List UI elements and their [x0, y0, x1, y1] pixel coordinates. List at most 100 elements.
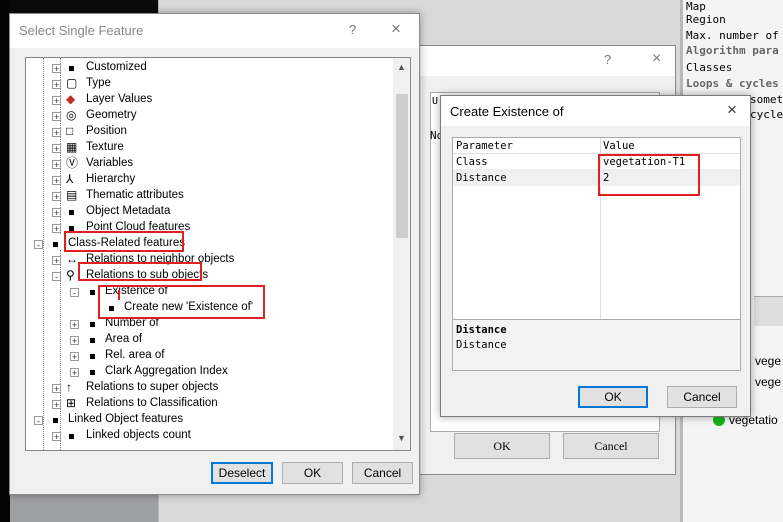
collapse-icon[interactable]: - [52, 272, 61, 282]
tree-item-label: Hierarchy [86, 173, 136, 185]
panel-line-sometimes: someti [750, 93, 783, 106]
texture-icon: ▦ [66, 140, 78, 154]
scroll-thumb[interactable] [396, 94, 408, 238]
tree-item[interactable]: - Linked Object features [26, 412, 392, 428]
expand-icon[interactable]: + [70, 320, 79, 330]
type-icon: ▢ [66, 76, 78, 90]
tree-item[interactable]: + Customized [26, 60, 392, 76]
tree-item-label: Geometry [86, 109, 137, 121]
tree-item-label: Rel. area of [105, 349, 165, 361]
sub-objects-icon: ⚲ [66, 268, 75, 282]
expand-icon[interactable]: + [70, 368, 79, 378]
cancel-button[interactable]: Cancel [563, 433, 659, 459]
tree-item-label: Relations to Classification [86, 397, 218, 409]
panel-line-classes: Classes [686, 61, 733, 74]
title-bar [420, 46, 675, 76]
tree-item-label: Position [86, 125, 127, 137]
tree-item[interactable]: + ↑ Relations to super objects [26, 380, 392, 396]
expand-icon[interactable]: + [52, 224, 61, 234]
grid-header: U [432, 96, 439, 107]
panel-line-region: Region [686, 13, 726, 26]
tree-item-label: Linked objects count [86, 429, 191, 441]
tree-item[interactable]: + ▢ Type [26, 76, 392, 92]
tree-item[interactable]: + Clark Aggregation Index [26, 364, 392, 380]
expand-icon[interactable]: + [52, 160, 61, 170]
param-distance: Distance [456, 172, 507, 184]
close-icon[interactable]: × [391, 19, 401, 39]
create-existence-dialog: Create Existence of × Parameter Value Cl… [440, 95, 751, 417]
legend-item[interactable]: vege [755, 354, 781, 368]
select-single-feature-dialog: Select Single Feature ? × ▲ ▼ + Customize… [9, 13, 420, 495]
scroll-down-icon[interactable]: ▼ [397, 433, 406, 443]
tree-item-label: Clark Aggregation Index [105, 365, 228, 377]
expand-icon[interactable]: + [52, 192, 61, 202]
bullet-icon [90, 370, 95, 375]
expand-icon[interactable]: + [52, 96, 61, 106]
param-class: Class [456, 156, 488, 168]
close-icon[interactable]: × [652, 50, 661, 68]
tree-item[interactable]: + Area of [26, 332, 392, 348]
super-objects-icon: ↑ [66, 380, 72, 394]
highlight-relations-sub [78, 262, 202, 281]
expand-icon[interactable]: + [52, 432, 61, 442]
feature-tree[interactable]: ▲ ▼ + Customized + ▢ Type + ◆ Layer Values + ◎ Geo… [25, 57, 411, 451]
help-icon[interactable]: ? [604, 52, 611, 67]
header-parameter: Parameter [456, 140, 513, 152]
tree-item[interactable]: + Object Metadata [26, 204, 392, 220]
expand-icon[interactable]: + [52, 64, 61, 74]
panel-line-cycles: cycles [750, 108, 783, 121]
expand-icon[interactable]: + [52, 144, 61, 154]
tree-item[interactable]: + Rel. area of [26, 348, 392, 364]
layer-values-icon: ◆ [66, 92, 76, 106]
expand-icon[interactable]: + [52, 400, 61, 410]
ok-button[interactable]: OK [454, 433, 550, 459]
tree-item[interactable]: + □ Position [26, 124, 392, 140]
neighbor-icon: ↔ [66, 252, 78, 266]
expand-icon[interactable]: + [70, 352, 79, 362]
cancel-button[interactable]: Cancel [667, 386, 737, 408]
tree-item[interactable]: + ◆ Layer Values [26, 92, 392, 108]
tree-item-label: Object Metadata [86, 205, 171, 217]
highlight-marker [118, 290, 120, 300]
tree-item[interactable]: + ▤ Thematic attributes [26, 188, 392, 204]
description-text: Distance [456, 339, 507, 351]
tree-item[interactable]: + ⊞ Relations to Classification [26, 396, 392, 412]
expand-icon[interactable]: + [52, 80, 61, 90]
bullet-icon [69, 210, 74, 215]
panel-section-algorithm: Algorithm para [686, 44, 779, 57]
expand-icon[interactable]: + [52, 256, 61, 266]
tree-item[interactable]: + ⅄ Hierarchy [26, 172, 392, 188]
expand-icon[interactable]: + [52, 384, 61, 394]
ok-button[interactable]: OK [578, 386, 648, 408]
expand-icon[interactable]: + [52, 128, 61, 138]
dialog-title: Create Existence of [450, 104, 564, 119]
collapse-icon[interactable]: - [34, 240, 43, 250]
collapse-icon[interactable]: - [34, 416, 43, 426]
tree-item-label: Relations to super objects [86, 381, 219, 393]
tree-item-label: Variables [86, 157, 134, 169]
description-title: Distance [456, 324, 507, 336]
cancel-button[interactable]: Cancel [352, 462, 413, 484]
header-value: Value [603, 140, 635, 152]
tree-item[interactable]: + ▦ Texture [26, 140, 392, 156]
thematic-icon: ▤ [66, 188, 78, 202]
panel-divider [754, 296, 783, 326]
tree-item[interactable]: + ◎ Geometry [26, 108, 392, 124]
expand-icon[interactable]: + [52, 208, 61, 218]
highlight-existence-of [98, 285, 265, 319]
scroll-up-icon[interactable]: ▲ [397, 62, 406, 72]
ok-button[interactable]: OK [282, 462, 343, 484]
collapse-icon[interactable]: - [70, 288, 79, 298]
expand-icon[interactable]: + [52, 112, 61, 122]
expand-icon[interactable]: + [70, 336, 79, 346]
deselect-button[interactable]: Deselect [211, 462, 273, 484]
legend-item[interactable]: vege [755, 375, 781, 389]
description-box: Distance Distance [452, 319, 741, 371]
expand-icon[interactable]: + [52, 176, 61, 186]
close-icon[interactable]: × [727, 100, 737, 120]
help-icon[interactable]: ? [349, 22, 356, 37]
tree-item[interactable]: + Linked objects count [26, 428, 392, 444]
tree-item-label: Linked Object features [68, 413, 184, 425]
tree-item[interactable]: + Ⓥ Variables [26, 156, 392, 172]
tree-item-label: Customized [86, 61, 147, 73]
